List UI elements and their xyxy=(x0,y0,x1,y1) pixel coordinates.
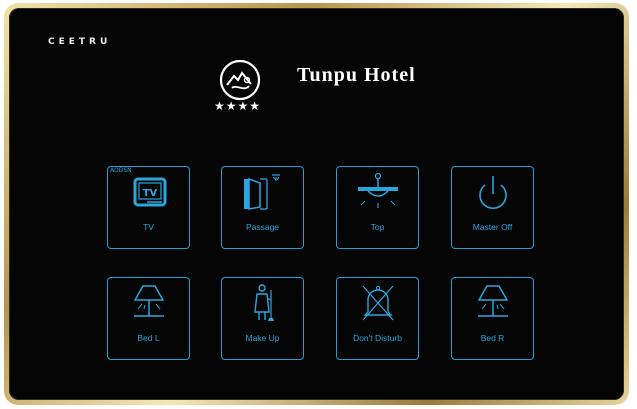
hotel-stars: ★★★★ xyxy=(214,99,262,113)
tv-icon: TV xyxy=(133,177,167,207)
make-up-label: Make Up xyxy=(245,333,280,343)
dont-disturb-label: Don't Disturb xyxy=(353,333,402,343)
bell-crossed-icon xyxy=(362,285,394,321)
bed-r-button[interactable]: Bed R xyxy=(451,277,534,360)
table-lamp-icon xyxy=(133,285,165,317)
table-lamp-icon xyxy=(477,285,509,317)
bed-l-button[interactable]: Bed L xyxy=(107,277,190,360)
passage-button[interactable]: Passage xyxy=(221,166,304,249)
master-off-label: Master Off xyxy=(472,222,513,232)
hotel-logo-icon xyxy=(219,59,261,101)
bed-r-label: Bed R xyxy=(480,333,505,343)
tv-label: TV xyxy=(143,222,154,232)
tv-button[interactable]: AODSN TV TV xyxy=(107,166,190,249)
top-label: Top xyxy=(370,222,385,232)
dont-disturb-button[interactable]: Don't Disturb xyxy=(336,277,419,360)
door-light-icon xyxy=(244,174,280,210)
top-button[interactable]: Top xyxy=(336,166,419,249)
bed-l-label: Bed L xyxy=(137,333,160,343)
passage-label: Passage xyxy=(245,222,280,232)
power-icon xyxy=(479,176,507,210)
make-up-button[interactable]: Make Up xyxy=(221,277,304,360)
brand-name: CEETRU xyxy=(48,37,112,47)
hotel-name: Tunpu Hotel xyxy=(297,64,416,86)
tv-icon-text: TV xyxy=(143,188,158,199)
cleaning-maid-icon xyxy=(254,284,274,321)
master-off-button[interactable]: Master Off xyxy=(451,166,534,249)
ceiling-light-icon xyxy=(358,172,398,208)
